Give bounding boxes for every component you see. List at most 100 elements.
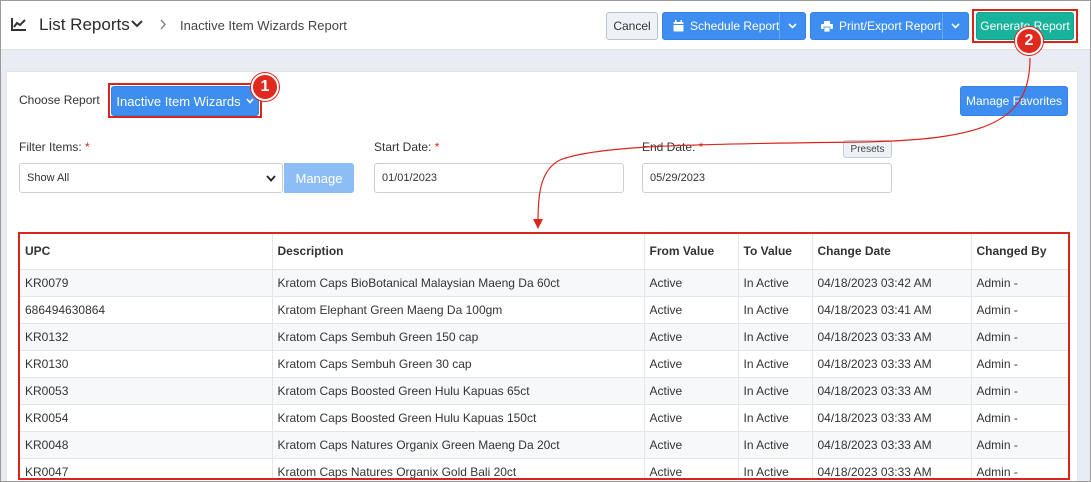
cell-changed-by: Admin - (971, 377, 1068, 405)
end-date-input[interactable]: 05/29/2023 (642, 163, 892, 193)
required-marker: * (85, 140, 90, 154)
cell-to-value: In Active (738, 350, 813, 378)
cell-from-value: Active (644, 350, 739, 378)
choose-report-label: Choose Report (19, 93, 100, 107)
cell-from-value: Active (644, 404, 739, 432)
filter-items-label: Filter Items: * (19, 140, 90, 154)
cell-to-value: In Active (738, 431, 813, 459)
cell-to-value: In Active (738, 323, 813, 351)
print-export-button[interactable]: Print/Export Report (810, 12, 969, 40)
cell-upc: KR0054 (20, 404, 273, 432)
table-row[interactable]: 686494630864 Kratom Elephant Green Maeng… (20, 296, 1068, 324)
cell-upc: 686494630864 (20, 296, 273, 324)
column-header[interactable]: From Value (644, 234, 739, 270)
presets-button[interactable]: Presets (843, 140, 892, 158)
report-table-highlight: UPC Description From Value To Value Chan… (18, 232, 1070, 480)
cell-description: Kratom Caps BioBotanical Malaysian Maeng… (272, 269, 645, 297)
cell-change-date: 04/18/2023 03:33 AM (812, 431, 972, 459)
callout-badge-2: 2 (1015, 27, 1043, 55)
cell-upc: KR0053 (20, 377, 273, 405)
cell-to-value: In Active (738, 377, 813, 405)
cell-description: Kratom Caps Sembuh Green 30 cap (272, 350, 645, 378)
cell-changed-by: Admin - (971, 350, 1068, 378)
start-date-label: Start Date: * (374, 140, 440, 154)
filter-items-value: Show All (27, 172, 70, 184)
cancel-button[interactable]: Cancel (606, 12, 658, 40)
report-highlight-box (108, 83, 262, 118)
schedule-dropdown-toggle[interactable] (779, 13, 805, 39)
required-marker: * (698, 140, 704, 154)
cell-description: Kratom Caps Sembuh Green 150 cap (272, 323, 645, 351)
table-row[interactable]: KR0053 Kratom Caps Boosted Green Hulu Ka… (20, 377, 1068, 405)
cell-upc: KR0130 (20, 350, 273, 378)
cell-changed-by: Admin - (971, 296, 1068, 324)
print-export-label: Print/Export Report (839, 19, 942, 33)
calendar-icon (673, 20, 684, 32)
table-row[interactable]: KR0048 Kratom Caps Natures Organix Green… (20, 431, 1068, 459)
line-chart-icon (11, 18, 26, 31)
filter-items-select[interactable]: Show All (19, 163, 283, 193)
manage-favorites-button[interactable]: Manage Favorites (960, 86, 1068, 116)
cell-description: Kratom Elephant Green Maeng Da 100gm (272, 296, 645, 324)
table-row[interactable]: KR0047 Kratom Caps Natures Organix Gold … (20, 458, 1068, 478)
column-header[interactable]: To Value (738, 234, 813, 270)
cell-change-date: 04/18/2023 03:33 AM (812, 323, 972, 351)
cell-change-date: 04/18/2023 03:33 AM (812, 350, 972, 378)
cell-changed-by: Admin - (971, 431, 1068, 459)
cell-change-date: 04/18/2023 03:33 AM (812, 458, 972, 478)
table-row[interactable]: KR0054 Kratom Caps Boosted Green Hulu Ka… (20, 404, 1068, 432)
start-date-input[interactable]: 01/01/2023 (374, 163, 624, 193)
table-row[interactable]: KR0079 Kratom Caps BioBotanical Malaysia… (20, 269, 1068, 297)
report-table: UPC Description From Value To Value Chan… (20, 234, 1068, 478)
cell-upc: KR0079 (20, 269, 273, 297)
cell-to-value: In Active (738, 404, 813, 432)
cell-changed-by: Admin - (971, 269, 1068, 297)
cell-changed-by: Admin - (971, 404, 1068, 432)
cell-upc: KR0047 (20, 458, 273, 478)
cell-from-value: Active (644, 296, 739, 324)
chevron-down-icon (266, 175, 276, 182)
cell-from-value: Active (644, 377, 739, 405)
table-header-row: UPC Description From Value To Value Chan… (20, 234, 1068, 270)
required-marker: * (434, 140, 440, 154)
cell-description: Kratom Caps Natures Organix Green Maeng … (272, 431, 645, 459)
chevron-right-icon (160, 19, 167, 30)
cell-description: Kratom Caps Natures Organix Gold Bali 20… (272, 458, 645, 478)
chevron-down-icon[interactable] (131, 19, 143, 29)
cell-to-value: In Active (738, 269, 813, 297)
table-body: KR0079 Kratom Caps BioBotanical Malaysia… (20, 269, 1068, 478)
print-dropdown-toggle[interactable] (942, 13, 968, 39)
cell-change-date: 04/18/2023 03:41 AM (812, 296, 972, 324)
table-row[interactable]: KR0130 Kratom Caps Sembuh Green 30 cap A… (20, 350, 1068, 378)
schedule-report-label: Schedule Report (690, 19, 780, 33)
cell-to-value: In Active (738, 296, 813, 324)
cell-changed-by: Admin - (971, 458, 1068, 478)
cell-upc: KR0132 (20, 323, 273, 351)
callout-badge-1: 1 (251, 73, 279, 101)
column-header[interactable]: UPC (20, 234, 273, 270)
cell-to-value: In Active (738, 458, 813, 478)
top-bar: List Reports Inactive Item Wizards Repor… (0, 0, 1091, 50)
printer-icon (821, 20, 833, 32)
column-header[interactable]: Changed By (971, 234, 1068, 270)
schedule-report-button[interactable]: Schedule Report (662, 12, 806, 40)
column-header[interactable]: Change Date (812, 234, 972, 270)
cell-change-date: 04/18/2023 03:42 AM (812, 269, 972, 297)
breadcrumb: Inactive Item Wizards Report (180, 18, 347, 33)
cell-changed-by: Admin - (971, 323, 1068, 351)
cell-from-value: Active (644, 458, 739, 478)
cell-change-date: 04/18/2023 03:33 AM (812, 377, 972, 405)
column-header[interactable]: Description (272, 234, 645, 270)
cell-from-value: Active (644, 269, 739, 297)
table-row[interactable]: KR0132 Kratom Caps Sembuh Green 150 cap … (20, 323, 1068, 351)
cell-change-date: 04/18/2023 03:33 AM (812, 404, 972, 432)
chevron-down-icon (951, 23, 960, 29)
cell-upc: KR0048 (20, 431, 273, 459)
cell-description: Kratom Caps Boosted Green Hulu Kapuas 65… (272, 377, 645, 405)
manage-button[interactable]: Manage (284, 163, 354, 193)
page-title[interactable]: List Reports (39, 15, 130, 35)
cell-description: Kratom Caps Boosted Green Hulu Kapuas 15… (272, 404, 645, 432)
cell-from-value: Active (644, 323, 739, 351)
end-date-label: End Date: * (642, 140, 704, 154)
cell-from-value: Active (644, 431, 739, 459)
